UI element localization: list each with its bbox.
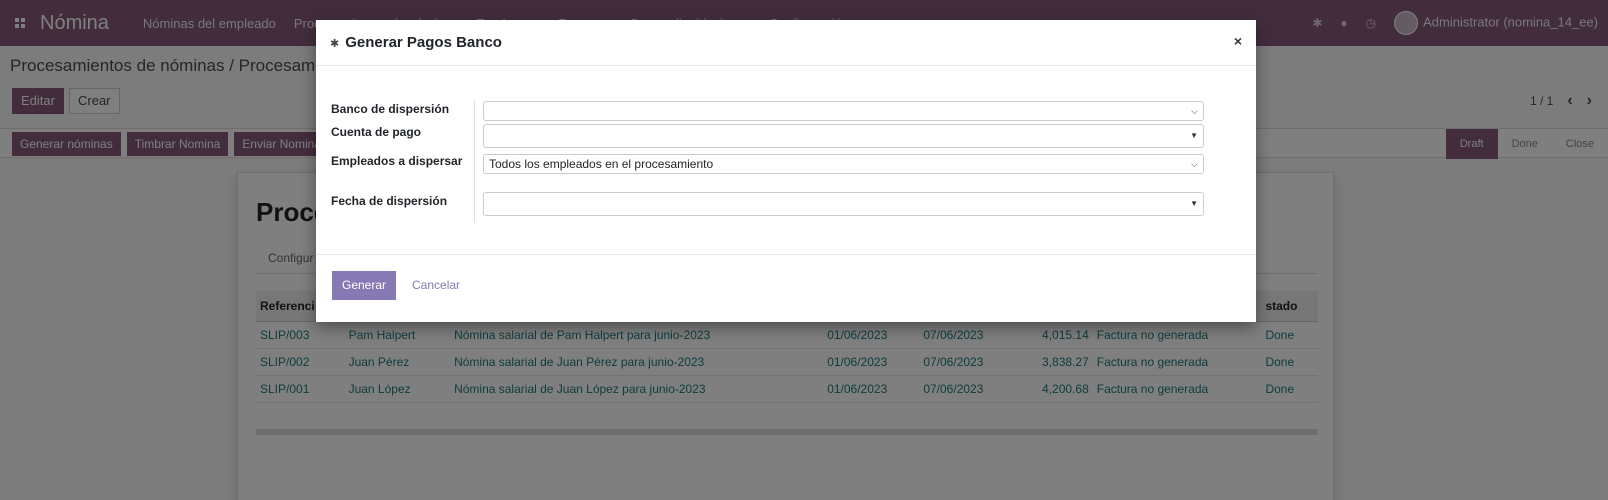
date-label: Fecha de dispersión bbox=[331, 194, 448, 208]
generate-bank-payments-dialog: ✱ Generar Pagos Banco × Banco de dispersi… bbox=[316, 20, 1256, 322]
chevron-down-icon: ⌵ bbox=[1191, 159, 1198, 169]
date-field[interactable]: ▼ bbox=[483, 192, 1204, 216]
account-field[interactable]: ▼ bbox=[483, 124, 1204, 148]
bank-select[interactable]: ⌵ bbox=[483, 101, 1204, 121]
close-icon[interactable]: × bbox=[1234, 33, 1242, 49]
employees-select-value: Todos los empleados en el procesamiento bbox=[489, 157, 714, 171]
employees-select[interactable]: Todos los empleados en el procesamiento … bbox=[483, 154, 1204, 174]
employees-label: Empleados a dispersar bbox=[331, 154, 463, 168]
cancel-button[interactable]: Cancelar bbox=[412, 271, 460, 300]
bug-icon: ✱ bbox=[330, 38, 340, 50]
modal-header: ✱ Generar Pagos Banco × bbox=[316, 20, 1256, 66]
bank-label: Banco de dispersión bbox=[331, 102, 450, 116]
caret-down-icon[interactable]: ▼ bbox=[1190, 131, 1198, 140]
chevron-down-icon: ⌵ bbox=[1191, 106, 1198, 116]
caret-down-icon[interactable]: ▼ bbox=[1190, 199, 1198, 208]
generate-button[interactable]: Generar bbox=[332, 271, 397, 300]
modal-footer: Generar Cancelar bbox=[316, 254, 1256, 322]
field-separator bbox=[474, 100, 475, 222]
account-label: Cuenta de pago bbox=[331, 125, 422, 139]
modal-title-text: Generar Pagos Banco bbox=[345, 34, 502, 51]
modal-title: ✱ Generar Pagos Banco bbox=[330, 34, 502, 51]
